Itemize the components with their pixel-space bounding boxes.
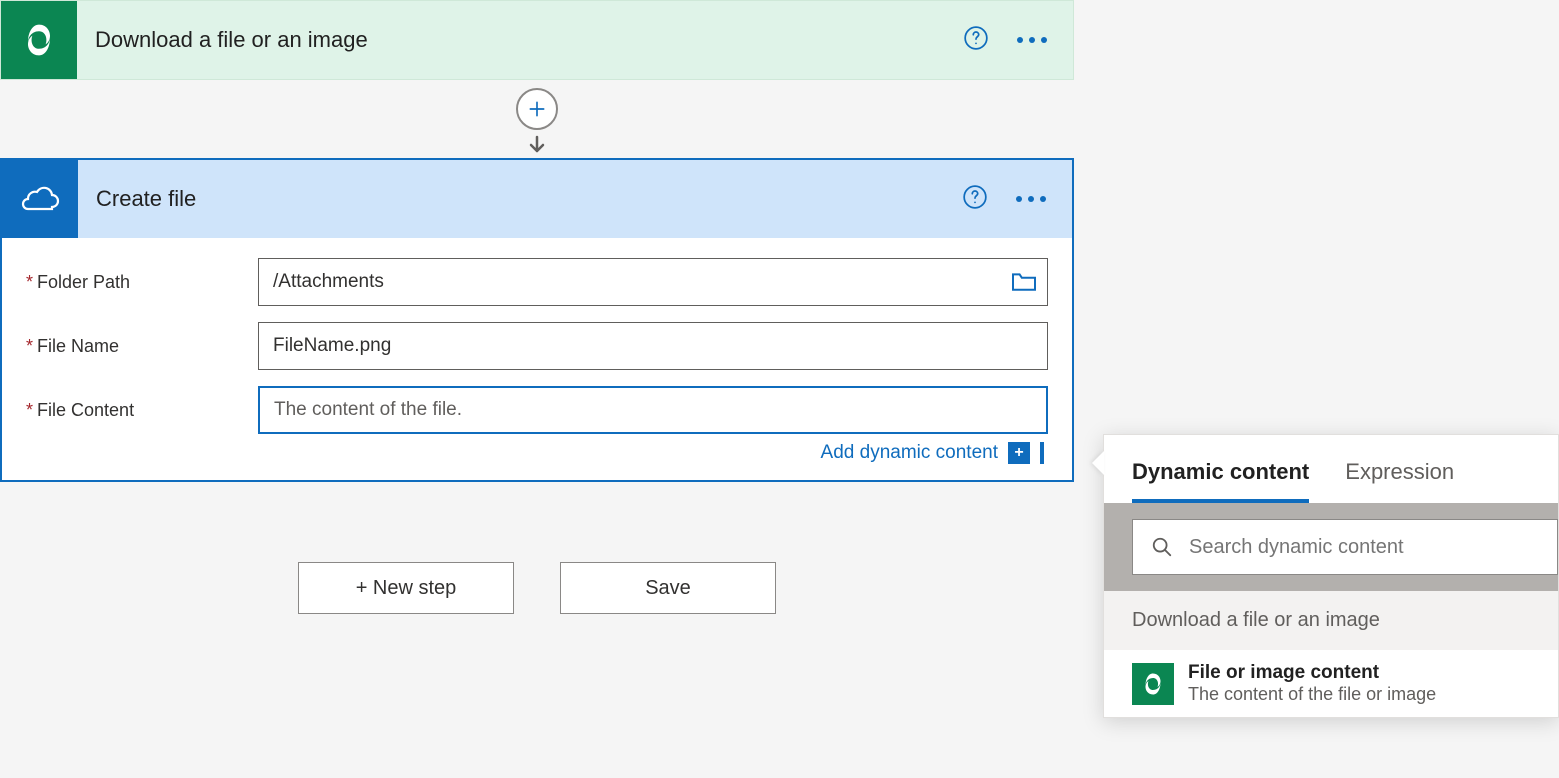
step-download-card[interactable]: Download a file or an image xyxy=(0,0,1074,80)
onedrive-icon xyxy=(2,160,78,238)
help-icon[interactable] xyxy=(962,184,988,215)
folder-path-label: Folder Path xyxy=(37,272,130,293)
add-dynamic-plus-icon[interactable]: + xyxy=(1008,442,1030,464)
file-name-input[interactable] xyxy=(258,322,1048,370)
more-menu-icon[interactable] xyxy=(1017,37,1047,43)
save-button[interactable]: Save xyxy=(560,562,776,614)
more-menu-icon[interactable] xyxy=(1016,196,1046,202)
file-content-input[interactable] xyxy=(258,386,1048,434)
panel-notch xyxy=(1092,451,1104,475)
search-icon xyxy=(1151,536,1173,558)
dynamic-side-marker xyxy=(1040,442,1044,464)
dataverse-icon xyxy=(1,1,77,79)
dynamic-content-panel: Dynamic content Expression Download a fi… xyxy=(1103,434,1559,718)
tab-dynamic-content[interactable]: Dynamic content xyxy=(1132,459,1309,503)
add-step-inline-button[interactable] xyxy=(516,88,558,130)
step-create-file-card: Create file *Folder Path *File Name xyxy=(0,158,1074,482)
dynamic-item-title: File or image content xyxy=(1188,662,1436,684)
dynamic-item-subtitle: The content of the file or image xyxy=(1188,684,1436,705)
dataverse-icon xyxy=(1132,663,1174,705)
dynamic-content-search-input[interactable] xyxy=(1189,536,1539,559)
file-content-label: File Content xyxy=(37,400,134,421)
file-name-label: File Name xyxy=(37,336,119,357)
step-connector xyxy=(0,80,1074,158)
step-create-title: Create file xyxy=(78,186,962,212)
dynamic-content-item[interactable]: File or image content The content of the… xyxy=(1104,650,1558,717)
tab-expression[interactable]: Expression xyxy=(1345,459,1454,503)
add-dynamic-content-link[interactable]: Add dynamic content xyxy=(821,442,998,464)
folder-path-input[interactable] xyxy=(258,258,1048,306)
dynamic-content-group-title: Download a file or an image xyxy=(1104,591,1558,650)
arrow-down-icon xyxy=(525,134,549,158)
step-download-title: Download a file or an image xyxy=(77,27,963,53)
folder-picker-button[interactable] xyxy=(1010,270,1038,294)
new-step-button[interactable]: + New step xyxy=(298,562,514,614)
help-icon[interactable] xyxy=(963,25,989,56)
